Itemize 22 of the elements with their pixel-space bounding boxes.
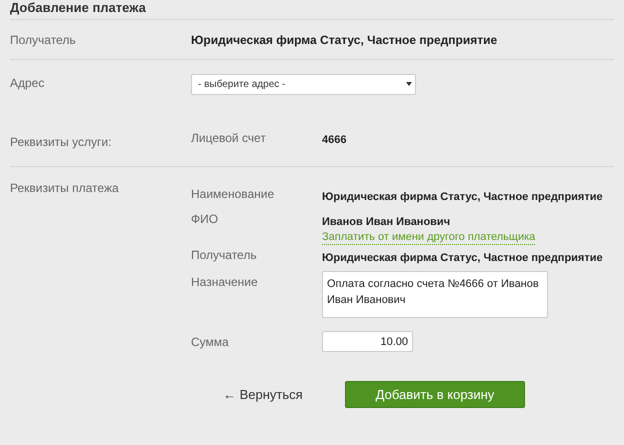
field-label: Наименование	[191, 186, 276, 203]
field-value: Юридическая фирма Статус, Частное предприятие	[322, 251, 603, 266]
field-label: ФИО	[191, 211, 220, 228]
field-value: Иванов Иван Иванович	[322, 215, 452, 230]
back-link[interactable]: ← Вернуться	[223, 384, 345, 404]
row-label: Реквизиты платежа	[10, 180, 120, 197]
recipient-value: Юридическая фирма Статус, Частное предприятие	[191, 32, 498, 48]
row-label: Получатель	[10, 32, 77, 48]
row-label: Адрес	[10, 75, 46, 92]
address-select[interactable]: - выберите адрес -	[191, 74, 416, 94]
field-label: Назначение	[191, 274, 259, 291]
dropdown-caret-icon	[406, 82, 412, 86]
field-label: Получатель	[191, 247, 258, 264]
page-title: Добавление платежа	[10, 0, 147, 17]
account-value: 4666	[322, 133, 346, 148]
row-label: Реквизиты услуги:	[10, 134, 112, 151]
field-value: Юридическая фирма Статус, Частное предприятие	[322, 190, 603, 205]
purpose-field[interactable]: Оплата согласно счета №4666 от Иванов Иван Иванович	[322, 271, 548, 318]
field-label: Сумма	[191, 334, 230, 351]
amount-field[interactable]: 10.00	[322, 331, 413, 352]
add-to-cart-button[interactable]: Добавить в корзину	[345, 381, 525, 408]
field-label: Лицевой счет	[191, 130, 267, 147]
